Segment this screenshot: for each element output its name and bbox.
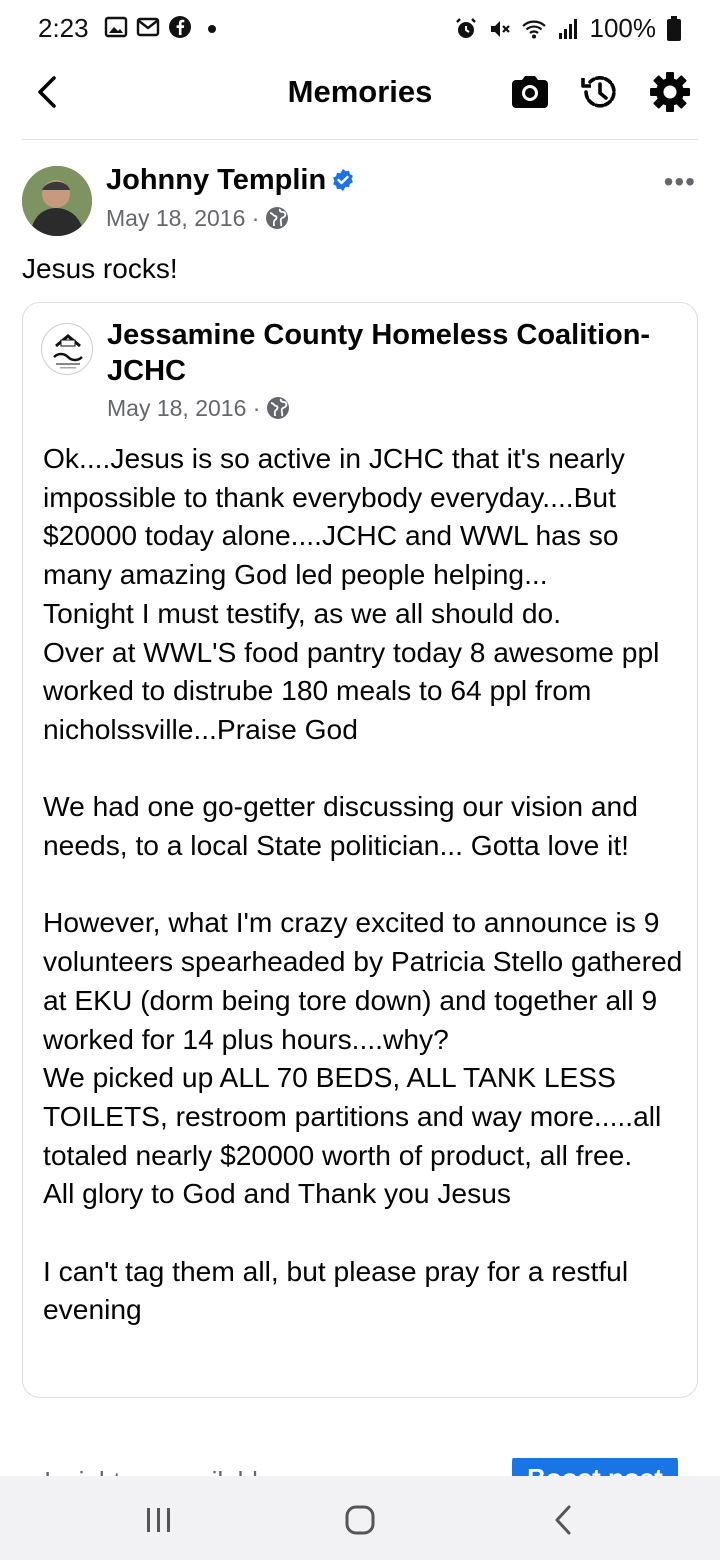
status-bar: 2:23 100%: [0, 0, 720, 56]
app-header: Memories: [0, 56, 720, 140]
shared-post-card[interactable]: Jessamine County Homeless Coalition-JCHC…: [22, 302, 698, 1398]
settings-icon[interactable]: [648, 70, 692, 114]
back-icon[interactable]: [30, 72, 66, 112]
history-icon[interactable]: [578, 70, 622, 114]
more-options-icon[interactable]: •••: [664, 166, 696, 198]
system-nav-bar: [0, 1476, 720, 1560]
home-icon[interactable]: [344, 1504, 376, 1536]
author-name[interactable]: Johnny Templin: [106, 164, 326, 197]
facebook-icon: [169, 16, 191, 38]
camera-icon[interactable]: [508, 70, 552, 114]
shared-post-body: Ok....Jesus is so active in JCHC that it…: [43, 442, 683, 1326]
shared-page-name[interactable]: Jessamine County Homeless Coalition-JCHC: [107, 317, 677, 389]
back-nav-icon[interactable]: [550, 1504, 576, 1536]
verified-badge-icon: [333, 169, 353, 191]
post-footer-peek: Insights unavailable Boost post: [0, 1458, 720, 1478]
battery-icon: [667, 15, 681, 41]
mute-icon: [490, 20, 510, 37]
signal-icon: [558, 18, 577, 39]
globe-icon: [267, 397, 290, 419]
boost-post-button[interactable]: Boost post: [512, 1458, 678, 1478]
status-time: 2:23: [38, 13, 89, 43]
wifi-icon: [521, 20, 546, 38]
avatar[interactable]: [22, 166, 92, 236]
post-date: May 18, 2016 ·: [106, 205, 289, 232]
battery-percent: 100%: [589, 13, 657, 43]
alarm-icon: [455, 17, 476, 38]
shared-post-date: May 18, 2016 ·: [107, 395, 290, 422]
page-logo[interactable]: [41, 323, 93, 375]
globe-icon: [266, 207, 289, 229]
gallery-icon: [104, 16, 128, 38]
recents-icon[interactable]: [144, 1504, 174, 1536]
gmail-icon: [136, 17, 160, 37]
header-divider: [22, 139, 698, 140]
post-caption: Jesus rocks!: [22, 253, 178, 284]
dot-icon: [208, 25, 216, 33]
